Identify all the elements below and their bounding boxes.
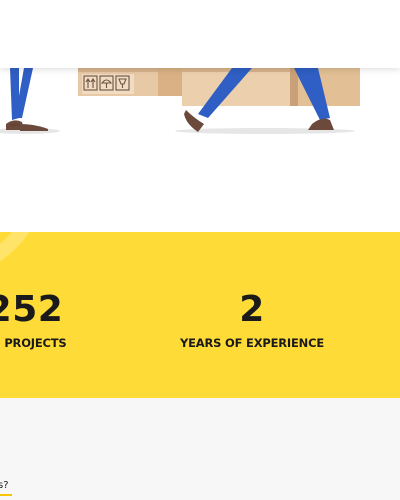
stat-number: 252 bbox=[0, 289, 64, 330]
left-box bbox=[78, 68, 183, 96]
left-mover-legs bbox=[6, 68, 48, 131]
stat-years-experience: 2 YEARS OF EXPERIENCE bbox=[152, 289, 352, 351]
stat-number: 2 bbox=[239, 289, 265, 330]
faq-section: s? bbox=[0, 398, 400, 500]
site-header bbox=[0, 0, 400, 68]
stat-completed-projects: 252 ED PROJECTS bbox=[0, 289, 125, 351]
faq-heading: s? bbox=[0, 480, 9, 491]
heading-underline bbox=[0, 494, 12, 496]
stat-label: YEARS OF EXPERIENCE bbox=[180, 336, 324, 350]
stat-label: ED PROJECTS bbox=[0, 336, 67, 350]
decorative-arc bbox=[0, 232, 48, 280]
stats-band: 252 ED PROJECTS 2 YEARS OF EXPERIENCE bbox=[0, 232, 400, 398]
